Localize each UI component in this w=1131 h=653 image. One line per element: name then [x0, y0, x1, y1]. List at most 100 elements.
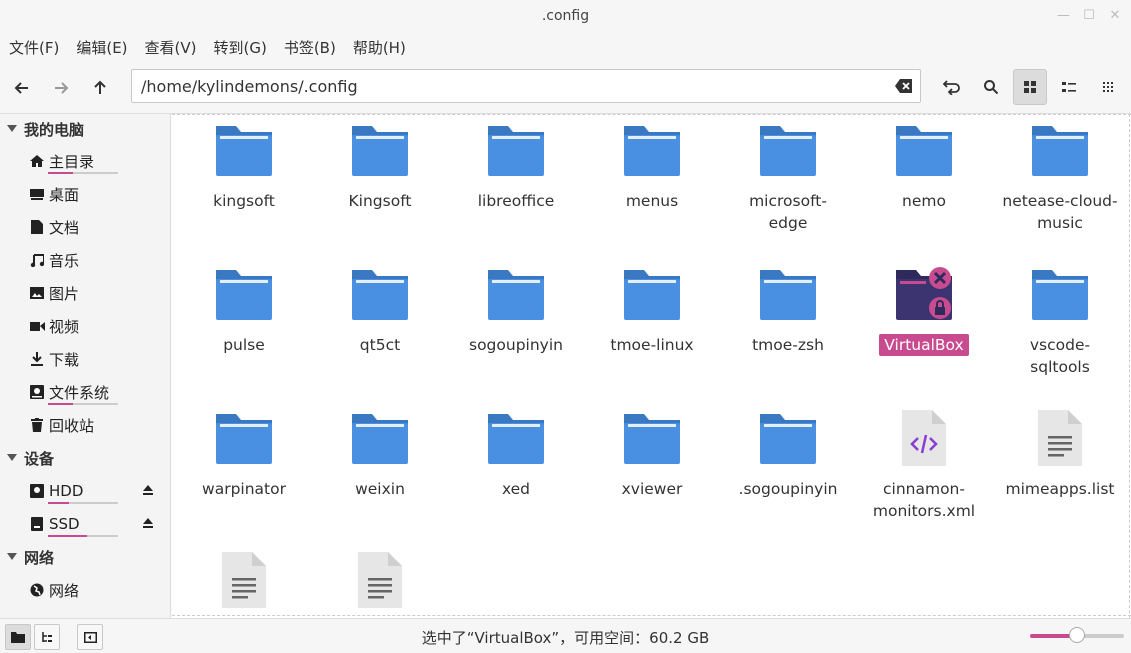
file-item[interactable]: mimeapps.list: [998, 410, 1122, 500]
list-view-button[interactable]: [1052, 69, 1086, 105]
eject-icon[interactable]: [142, 484, 154, 496]
up-button[interactable]: [87, 75, 113, 101]
zoom-slider-handle[interactable]: [1069, 627, 1085, 643]
grid-view-icon: [1024, 81, 1036, 93]
file-name: xviewer: [621, 480, 683, 498]
file-item[interactable]: qt5ct: [318, 266, 442, 356]
sidebar-item-downloads[interactable]: 下载: [28, 346, 168, 372]
title-bar: .config — ☐ ✕: [0, 0, 1131, 32]
menu-view[interactable]: 查看(V): [145, 37, 197, 58]
locked-folder-icon: [894, 266, 954, 322]
file-item[interactable]: pulse: [182, 266, 306, 356]
file-item[interactable]: netease-cloud-music: [998, 122, 1122, 234]
file-item[interactable]: Kingsoft: [318, 122, 442, 212]
arrow-left-icon: [14, 82, 28, 94]
file-name: microsoft-edge: [749, 192, 827, 232]
disk-usage-bar: [48, 502, 118, 504]
folder-icon: [350, 410, 410, 466]
file-item[interactable]: microsoft-edge: [726, 122, 850, 234]
file-item[interactable]: [318, 552, 442, 618]
sidebar-item-videos[interactable]: 视频: [28, 313, 168, 339]
folder-icon: [214, 122, 274, 178]
sidebar-item-pictures[interactable]: 图片: [28, 280, 168, 306]
file-item[interactable]: .sogoupinyin: [726, 410, 850, 500]
sidebar-section-my-computer[interactable]: 我的电脑: [0, 117, 84, 141]
file-item[interactable]: cinnamon-monitors.xml: [862, 410, 986, 522]
disk-usage-bar: [48, 403, 118, 405]
sidebar-item-filesystem[interactable]: 文件系统: [28, 379, 168, 405]
menu-go[interactable]: 转到(G): [214, 37, 267, 58]
file-name: tmoe-zsh: [752, 336, 824, 354]
file-name: .sogoupinyin: [738, 480, 838, 498]
file-item[interactable]: tmoe-linux: [590, 266, 714, 356]
disk-usage-bar: [48, 535, 118, 537]
sidebar-item-desktop[interactable]: 桌面: [28, 181, 168, 207]
file-item[interactable]: xed: [454, 410, 578, 500]
document-icon: [31, 220, 43, 234]
file-name: vscode-sqltools: [1029, 336, 1091, 376]
forward-button[interactable]: [48, 75, 74, 101]
text-file-icon: [1030, 410, 1090, 466]
sidebar-item-trash[interactable]: 回收站: [28, 412, 168, 438]
window-title: .config: [541, 8, 590, 24]
file-item[interactable]: kingsoft: [182, 122, 306, 212]
hdd-icon: [30, 484, 44, 498]
file-name: warpinator: [202, 480, 286, 498]
sidebar-section-network[interactable]: 网络: [0, 545, 54, 569]
back-button[interactable]: [9, 75, 35, 101]
file-item[interactable]: xviewer: [590, 410, 714, 500]
file-name: cinnamon-monitors.xml: [872, 480, 976, 520]
toggle-location-button[interactable]: [935, 69, 969, 105]
menu-bookmarks[interactable]: 书签(B): [284, 37, 336, 58]
sidebar-item-home[interactable]: 主目录: [28, 148, 168, 174]
folder-icon: [758, 410, 818, 466]
file-name: qt5ct: [359, 336, 401, 354]
close-icon[interactable]: ✕: [1109, 0, 1121, 32]
network-icon: [30, 583, 44, 597]
maximize-icon[interactable]: ☐: [1083, 0, 1095, 32]
drive-icon: [30, 385, 44, 399]
location-bar[interactable]: [131, 69, 921, 103]
file-name: sogoupinyin: [469, 336, 563, 354]
folder-icon: [1030, 266, 1090, 322]
file-view[interactable]: kingsoft Kingsoft libreoffice menus microsof…: [172, 114, 1131, 618]
file-item[interactable]: nemo: [862, 122, 986, 212]
folder-icon: [894, 122, 954, 178]
file-item[interactable]: VirtualBox: [862, 266, 986, 356]
zoom-slider[interactable]: [1030, 627, 1124, 643]
compact-view-button[interactable]: [1091, 69, 1125, 105]
status-text: 选中了“VirtualBox”，可用空间：60.2 GB: [421, 629, 710, 647]
file-item[interactable]: warpinator: [182, 410, 306, 500]
sidebar-item-documents[interactable]: 文档: [28, 214, 168, 240]
file-item[interactable]: [182, 552, 306, 618]
file-name: kingsoft: [213, 192, 275, 210]
folder-icon: [622, 410, 682, 466]
menu-bar: 文件(F) 编辑(E) 查看(V) 转到(G) 书签(B) 帮助(H): [0, 32, 1131, 62]
list-view-icon: [1062, 82, 1076, 92]
sidebar-item-ssd[interactable]: SSD: [28, 511, 168, 537]
menu-file[interactable]: 文件(F): [9, 37, 59, 58]
ssd-icon: [31, 517, 43, 531]
file-item[interactable]: weixin: [318, 410, 442, 500]
folder-icon: [350, 266, 410, 322]
menu-help[interactable]: 帮助(H): [353, 37, 406, 58]
sidebar-item-network[interactable]: 网络: [28, 577, 168, 603]
location-input[interactable]: [132, 70, 872, 102]
file-item[interactable]: libreoffice: [454, 122, 578, 212]
file-item[interactable]: tmoe-zsh: [726, 266, 850, 356]
file-name: netease-cloud-music: [1002, 192, 1118, 232]
search-button[interactable]: [974, 69, 1008, 105]
file-name: weixin: [355, 480, 405, 498]
minimize-icon[interactable]: —: [1057, 0, 1070, 32]
eject-icon[interactable]: [142, 517, 154, 529]
clear-input-icon[interactable]: [894, 77, 914, 95]
icon-view-button[interactable]: [1013, 69, 1047, 105]
file-item[interactable]: menus: [590, 122, 714, 212]
sidebar-section-devices[interactable]: 设备: [0, 446, 54, 470]
sidebar-item-hdd[interactable]: HDD: [28, 478, 168, 504]
file-item[interactable]: sogoupinyin: [454, 266, 578, 356]
menu-edit[interactable]: 编辑(E): [76, 37, 127, 58]
file-item[interactable]: vscode-sqltools: [998, 266, 1122, 378]
file-name: mimeapps.list: [1005, 480, 1115, 498]
sidebar-item-music[interactable]: 音乐: [28, 247, 168, 273]
